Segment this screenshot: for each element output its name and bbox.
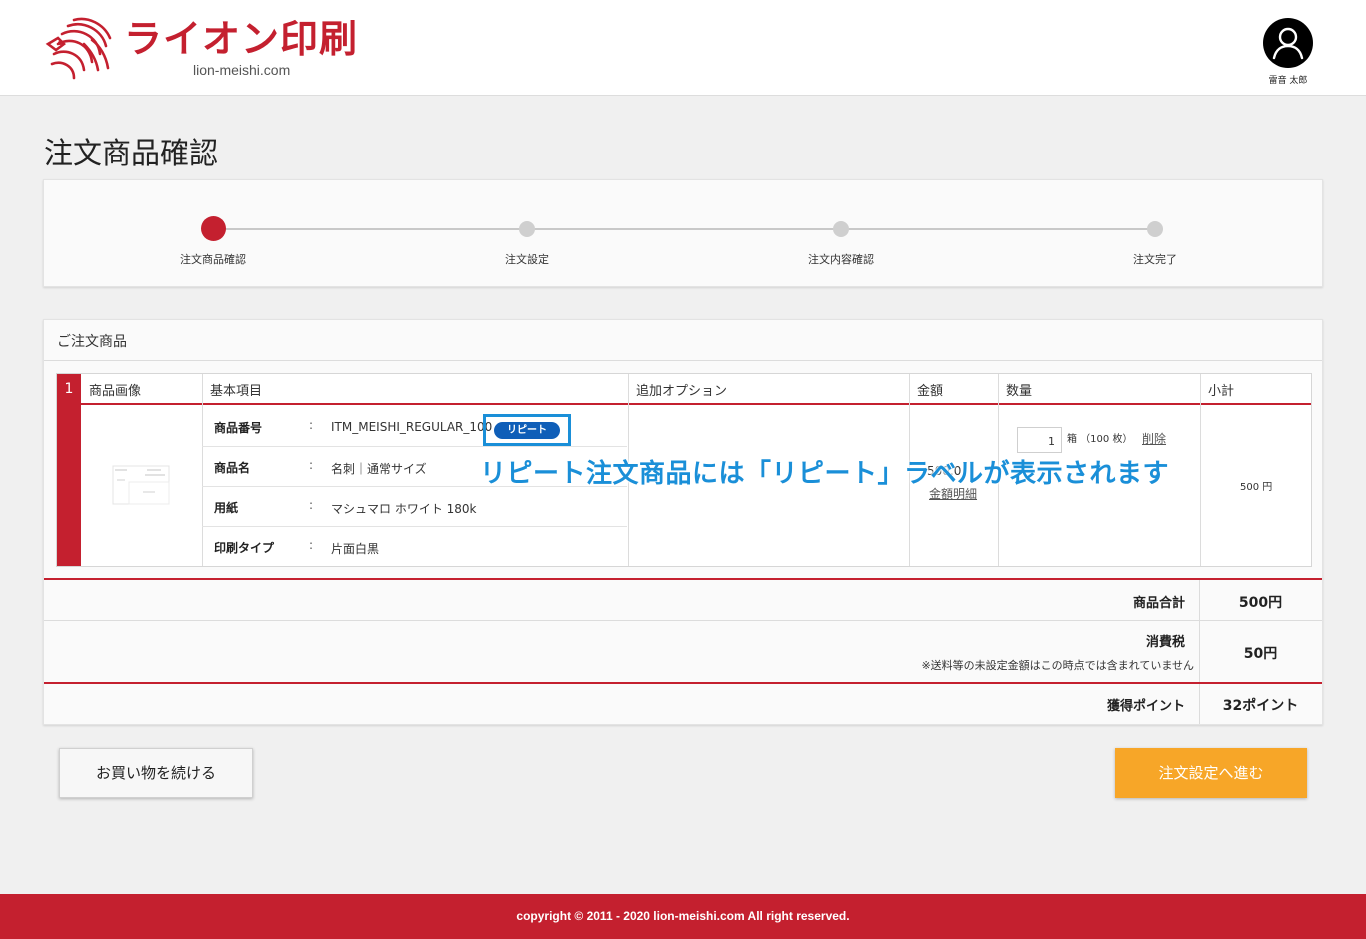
item-number: 1 bbox=[57, 374, 81, 566]
col-price: 金額 bbox=[909, 374, 998, 405]
spec-value: ITM_MEISHI_REGULAR_100 bbox=[331, 420, 493, 434]
product-total-value: 500円 bbox=[1238, 595, 1283, 611]
repeat-label-callout: リピート注文商品には「リピート」ラベルが表示されます bbox=[480, 459, 1170, 489]
delete-item-link[interactable]: 削除 bbox=[1142, 430, 1166, 447]
quantity-input[interactable]: 1 bbox=[1017, 427, 1062, 453]
spec-key: 印刷タイプ bbox=[214, 541, 275, 555]
column-header: 追加オプション bbox=[636, 384, 728, 399]
summary-points: 獲得ポイント 32ポイント bbox=[44, 684, 1322, 724]
summary-tax: 消費税 ※送料等の未設定金額はこの時点では含まれていません 50円 bbox=[44, 621, 1322, 684]
points-value: 32ポイント bbox=[1222, 698, 1299, 714]
repeat-badge: リピート bbox=[494, 422, 560, 439]
tax-value: 50円 bbox=[1243, 646, 1278, 662]
user-avatar-icon[interactable] bbox=[1263, 18, 1313, 68]
logo-title: ライオン印刷 bbox=[124, 17, 359, 61]
logo-domain: lion-meishi.com bbox=[193, 62, 291, 78]
spec-key: 用紙 bbox=[214, 501, 239, 515]
spec-colon: : bbox=[309, 418, 314, 432]
site-footer: copyright © 2011 - 2020 lion-meishi.com … bbox=[0, 894, 1366, 939]
order-progress-stepper: 注文商品確認 注文設定 注文内容確認 注文完了 bbox=[43, 179, 1323, 287]
lion-head-icon bbox=[45, 17, 112, 80]
column-header: 数量 bbox=[1006, 384, 1033, 399]
step-order-complete: 注文完了 bbox=[1075, 216, 1235, 267]
tax-label: 消費税 bbox=[1145, 635, 1185, 650]
spec-key: 商品名 bbox=[214, 461, 251, 475]
order-items-panel: ご注文商品 1 商品画像 基本項目 追加オプション 金額 数量 小計 商品番号 … bbox=[43, 319, 1323, 725]
spec-value: マシュマロ ホワイト 180k bbox=[331, 502, 477, 516]
step-dot bbox=[519, 221, 535, 237]
user-name: 雷音 太郎 bbox=[1268, 76, 1308, 86]
step-dot-active bbox=[200, 216, 226, 241]
spec-colon: : bbox=[309, 538, 314, 552]
product-thumbnail bbox=[112, 465, 170, 505]
col-subtotal: 小計 bbox=[1200, 374, 1311, 405]
order-section-title: ご注文商品 bbox=[57, 334, 127, 350]
proceed-to-settings-button[interactable]: 注文設定へ進む bbox=[1115, 748, 1307, 798]
item-subtotal: 500 円 bbox=[1240, 482, 1273, 493]
continue-shopping-button[interactable]: お買い物を続ける bbox=[59, 748, 253, 798]
step-order-review: 注文内容確認 bbox=[761, 216, 921, 267]
step-label: 注文設定 bbox=[505, 253, 549, 266]
repeat-highlight-box: リピート bbox=[483, 414, 571, 446]
stepper-track bbox=[212, 228, 1155, 230]
step-dot bbox=[1147, 221, 1163, 237]
column-header: 小計 bbox=[1208, 384, 1235, 399]
step-label: 注文完了 bbox=[1133, 253, 1177, 266]
col-quantity: 数量 bbox=[998, 374, 1200, 405]
user-menu[interactable]: 雷音 太郎 bbox=[1258, 18, 1318, 90]
quantity-value: 1 bbox=[1048, 435, 1055, 448]
summary-product-total: 商品合計 500円 bbox=[44, 578, 1322, 621]
spec-colon: : bbox=[309, 498, 314, 512]
spec-row-print-type: 印刷タイプ : 片面白黒 bbox=[202, 527, 627, 567]
spec-value: 名刺｜通常サイズ bbox=[331, 462, 427, 476]
col-product-image: 商品画像 bbox=[81, 374, 202, 405]
spec-value: 片面白黒 bbox=[331, 542, 380, 556]
spec-colon: : bbox=[309, 458, 314, 472]
column-header: 基本項目 bbox=[210, 384, 263, 399]
step-order-items: 注文商品確認 bbox=[133, 216, 293, 267]
tax-note: ※送料等の未設定金額はこの時点では含まれていません bbox=[921, 659, 1194, 672]
quantity-unit: 箱 （100 枚） bbox=[1067, 434, 1133, 445]
col-options: 追加オプション bbox=[628, 374, 909, 405]
points-label: 獲得ポイント bbox=[1106, 699, 1185, 714]
page-title: 注文商品確認 bbox=[44, 136, 219, 170]
step-label: 注文内容確認 bbox=[808, 253, 874, 266]
step-label: 注文商品確認 bbox=[180, 253, 246, 266]
product-total-label: 商品合計 bbox=[1132, 596, 1185, 611]
column-header: 商品画像 bbox=[89, 384, 142, 399]
copyright-text: copyright © 2011 - 2020 lion-meishi.com … bbox=[516, 909, 850, 923]
site-logo[interactable]: ライオン印刷 lion-meishi.com bbox=[44, 14, 374, 84]
column-header: 金額 bbox=[917, 384, 944, 399]
step-dot bbox=[833, 221, 849, 237]
column-divider bbox=[1200, 374, 1201, 566]
order-section-header: ご注文商品 bbox=[44, 320, 1322, 361]
site-header: ライオン印刷 lion-meishi.com 雷音 太郎 bbox=[0, 0, 1366, 96]
col-basic-items: 基本項目 bbox=[202, 374, 628, 405]
spec-key: 商品番号 bbox=[214, 421, 263, 435]
spec-row-paper: 用紙 : マシュマロ ホワイト 180k bbox=[202, 487, 627, 527]
step-order-settings: 注文設定 bbox=[447, 216, 607, 267]
user-silhouette-icon bbox=[1272, 27, 1304, 60]
